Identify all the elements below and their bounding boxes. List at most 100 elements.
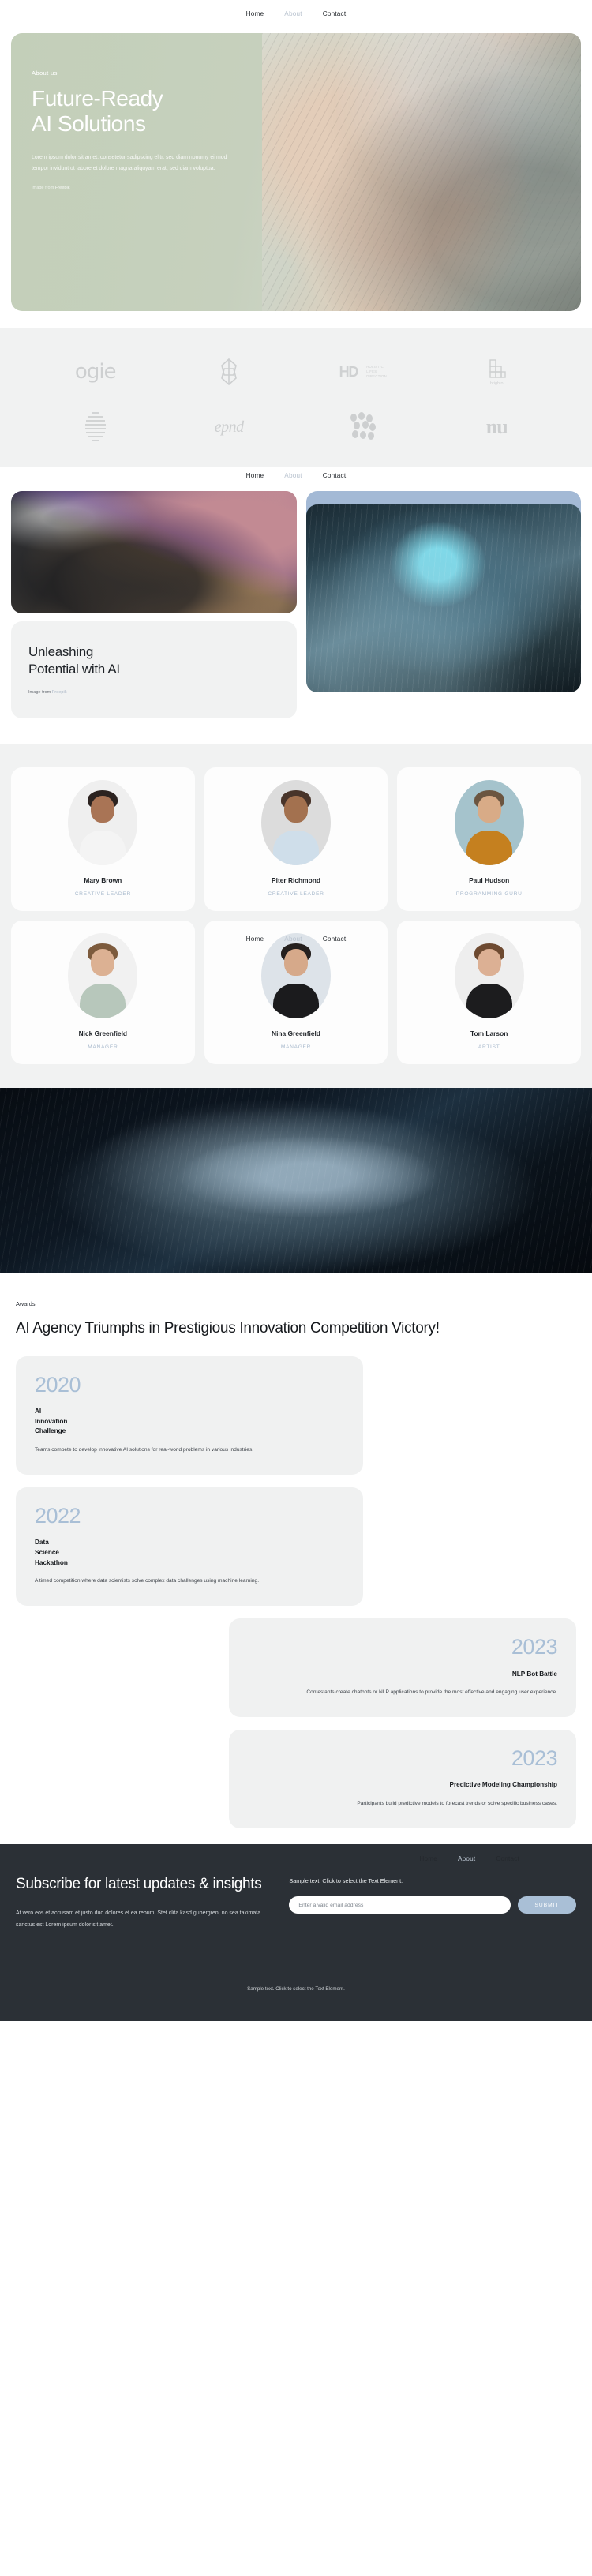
avatar [68,780,138,866]
footer-bottom-text: Sample text. Click to select the Text El… [247,1986,345,1993]
footer-bottom: Sample text. Click to select the Text El… [16,1931,576,2021]
team-member-card[interactable]: Piter Richmond CREATIVE LEADER [204,767,388,912]
timeline-card[interactable]: 2022 Data Science Hackathon A timed comp… [16,1487,364,1607]
awards-section: Awards AI Agency Triumphs in Prestigious… [0,1273,592,1829]
team-member-role: ARTIST [478,1044,500,1051]
logo-flower-mark [213,355,245,388]
logo-epnd: epnd [215,411,244,444]
team-member-name: Piter Richmond [272,876,320,885]
nav-link-home[interactable]: Home [246,10,264,17]
striped-circle-icon [84,412,106,441]
team-member-name: Paul Hudson [469,876,510,885]
unleashing-section: Unleashing Potential with AI Image from … [0,504,592,719]
timeline-year: 2020 [35,1372,81,1397]
overlay2-nav-about[interactable]: About [284,936,302,943]
timeline-name: NLP Bot Battle [511,1670,557,1678]
hero-eyebrow: About us [32,69,58,77]
overlay-navbar-2: Home About Contact [0,936,592,943]
timeline-description: Participants build predictive models to … [357,1801,557,1807]
team-member-name: Mary Brown [84,876,122,885]
robot-banner-image [0,1088,592,1274]
timeline-name: AI Innovation Challenge [35,1407,68,1435]
footer-left: Subscribe for latest updates & insights … [16,1874,270,1931]
overlay3-nav-about[interactable]: About [458,1855,475,1862]
timeline-card[interactable]: 2020 AI Innovation Challenge Teams compe… [16,1355,364,1475]
avatar [260,933,331,1019]
timeline-description: Contestants create chatbots or NLP appli… [306,1689,557,1696]
logo-dots-cluster [346,411,380,444]
timeline-year: 2023 [511,1635,558,1659]
team-grid: Mary Brown CREATIVE LEADER Piter Richmon… [11,767,581,1065]
hero-content: About us Future-Ready AI Solutions Lorem… [11,33,370,190]
overlay3-nav-contact[interactable]: Contact [496,1855,519,1862]
timeline-description: A timed competition where data scientist… [35,1578,260,1584]
logo-hd-text: HOLISTIC LIFES DIRECTION [366,365,387,379]
team-member-card[interactable]: Paul Hudson PROGRAMMING GURU [397,767,581,912]
overlay-navbar-3: Home About Contact [0,1855,592,1862]
timeline-card[interactable]: 2023 Predictive Modeling Championship Pa… [228,1730,576,1829]
overlay-navbar-1: Home About Contact [0,472,592,479]
primary-navbar: Home About Contact [0,0,592,27]
footer-title: Subscribe for latest updates & insights [16,1876,262,1893]
timeline-card[interactable]: 2023 NLP Bot Battle Contestants create c… [228,1618,576,1718]
team-member-role: CREATIVE LEADER [74,891,131,898]
overlay1-nav-home[interactable]: Home [246,472,264,479]
overlay1-nav-about[interactable]: About [284,472,302,479]
subscribe-block: Sample text. Click to select the Text El… [289,1874,576,1914]
timeline-name: Data Science Hackathon [35,1539,68,1566]
logo-nu: nu [486,411,508,444]
unleashing-card: Unleashing Potential with AI Image from … [11,621,298,719]
footer: Subscribe for latest updates & insights … [0,1844,592,2022]
team-member-name: Nick Greenfield [78,1029,128,1038]
subscribe-form: SUBMIT [289,1896,576,1914]
team-member-card[interactable]: Mary Brown CREATIVE LEADER [11,767,195,912]
logo-striped-circle [81,411,110,444]
footer-row: Subscribe for latest updates & insights … [16,1874,576,1931]
team-member-role: MANAGER [280,1044,312,1051]
team-section: Mary Brown CREATIVE LEADER Piter Richmon… [0,744,592,1089]
subscribe-sample-text: Sample text. Click to select the Text El… [289,1877,403,1885]
avatar [68,933,138,1019]
hero-section: About us Future-Ready AI Solutions Lorem… [0,27,592,311]
hero-credit-link[interactable]: Freepik [55,186,70,190]
awards-eyebrow: Awards [16,1300,36,1308]
avatar [454,933,524,1019]
nav-link-about[interactable]: About [284,10,302,17]
intro-left [11,491,298,613]
timeline-year: 2023 [511,1746,558,1771]
hero-title-line-1: Future-Ready [32,86,163,111]
hero-title-line-2: AI Solutions [32,111,146,137]
timeline-year: 2022 [35,1503,81,1528]
overlay1-nav-contact[interactable]: Contact [323,472,347,479]
logo-nu-wordmark: nu [485,415,508,438]
overlay2-nav-home[interactable]: Home [246,936,264,943]
flower-icon [221,358,238,386]
overlay3-nav-home[interactable]: Home [419,1855,437,1862]
hero-credit-prefix: Image from [32,185,55,190]
team-member-role: MANAGER [88,1044,118,1051]
overlay2-nav-contact[interactable]: Contact [323,936,347,943]
team-member-role: PROGRAMMING GURU [455,891,523,898]
avatar [260,780,331,866]
logo-hd: HD HOLISTIC LIFES DIRECTION [339,355,387,388]
logo-epnd-wordmark: epnd [214,418,244,436]
hero-paragraph: Lorem ipsum dolor sit amet, consetetur s… [32,154,227,171]
footer-paragraph: At vero eos et accusam et justo duo dolo… [16,1910,261,1928]
logo-ogie-wordmark: ogie [74,360,117,384]
logo-hd-mark: HD [339,363,359,380]
team-member-name: Nina Greenfield [272,1029,320,1038]
client-logos-section: ogie HD HOLISTIC LIFES DIRECTION brighto… [0,328,592,467]
submit-button[interactable]: SUBMIT [518,1896,576,1914]
dots-cluster-icon [350,412,376,440]
awards-title: AI Agency Triumphs in Prestigious Innova… [16,1320,440,1337]
unleashing-image-credit: Image from Freepik [28,690,279,695]
unleashing-title-line-1: Unleashing [28,644,94,659]
nav-link-contact[interactable]: Contact [323,10,347,17]
email-input[interactable] [289,1896,511,1914]
logo-hd-line3: DIRECTION [366,374,387,379]
logo-grid: ogie HD HOLISTIC LIFES DIRECTION brighto… [28,355,564,444]
team-member-name: Tom Larson [470,1029,508,1038]
blocks-icon [489,359,506,378]
unleashing-credit-link[interactable]: Freepik [52,690,67,695]
page-title: Future-Ready AI Solutions [32,86,370,137]
